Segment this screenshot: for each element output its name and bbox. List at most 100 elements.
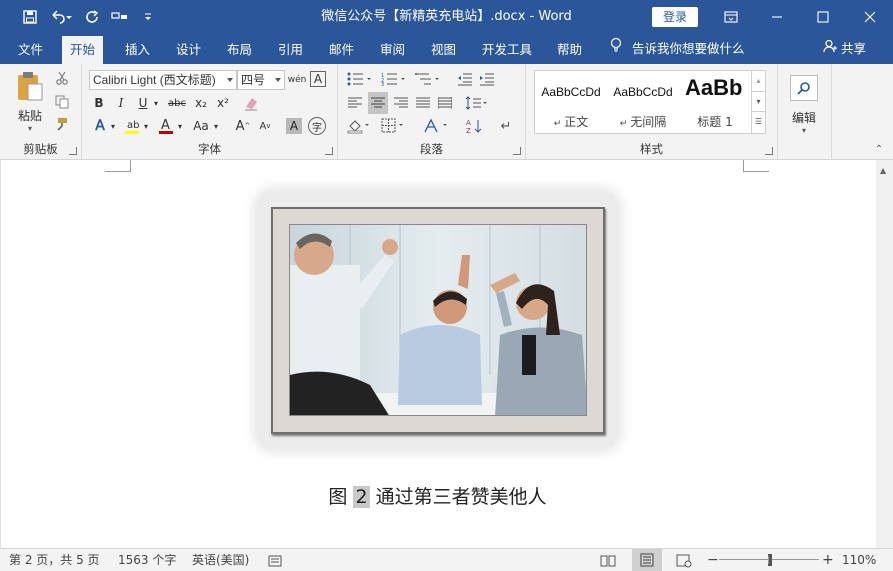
zoom-in-button[interactable]: + <box>822 549 834 571</box>
shrink-font-button[interactable]: Av <box>256 116 274 136</box>
increase-indent-icon[interactable] <box>478 70 496 88</box>
styles-launcher-icon[interactable] <box>765 147 773 155</box>
chevron-down-icon[interactable]: ▾ <box>176 116 184 136</box>
style-no-spacing[interactable]: AaBbCcDd ↵ 无间隔 <box>607 71 679 133</box>
character-shading-button[interactable]: A <box>286 118 302 134</box>
chevron-down-icon[interactable]: ▾ <box>212 116 220 136</box>
underline-button[interactable]: U <box>135 94 151 112</box>
office-high-five-photo[interactable] <box>289 224 587 416</box>
strikethrough-button[interactable]: abc <box>166 94 188 112</box>
style-normal-sample: AaBbCcDd <box>541 85 601 99</box>
tab-home[interactable]: 开始 <box>62 36 104 64</box>
tab-help[interactable]: 帮助 <box>549 36 590 64</box>
document-area[interactable]: 图 2 通过第三者赞美他人 ▲ <box>0 160 893 548</box>
tab-design[interactable]: 设计 <box>168 36 209 64</box>
login-button[interactable]: 登录 <box>652 7 698 27</box>
minimize-icon[interactable] <box>754 0 800 34</box>
caption-number-field[interactable]: 2 <box>353 486 370 508</box>
tell-me-box[interactable]: 告诉我你想要做什么 <box>610 34 745 64</box>
clear-formatting-icon[interactable] <box>242 94 260 112</box>
tab-layout[interactable]: 布局 <box>219 36 260 64</box>
line-spacing-icon[interactable] <box>464 94 490 112</box>
enclose-characters-icon[interactable]: 字 <box>308 117 326 135</box>
read-mode-icon[interactable] <box>600 553 616 567</box>
save-icon[interactable] <box>16 0 44 34</box>
copy-icon[interactable] <box>54 94 70 110</box>
chevron-down-icon[interactable]: ▾ <box>142 116 150 136</box>
italic-button[interactable]: I <box>113 94 129 112</box>
borders-icon[interactable] <box>380 116 408 136</box>
change-case-button[interactable]: Aa <box>190 116 212 136</box>
character-border-icon[interactable]: A <box>310 71 326 87</box>
maximize-icon[interactable] <box>800 0 846 34</box>
share-button[interactable]: 共享 <box>823 34 866 64</box>
format-painter-icon[interactable] <box>54 116 70 132</box>
font-color-icon[interactable]: A <box>156 116 176 136</box>
align-left-icon[interactable] <box>346 94 364 112</box>
tab-mailings[interactable]: 邮件 <box>321 36 362 64</box>
page-count[interactable]: 第 2 页，共 5 页 <box>9 549 100 571</box>
underline-dropdown-icon[interactable]: ▾ <box>152 94 160 112</box>
font-size-combo[interactable]: 四号 <box>237 70 285 90</box>
align-center-icon[interactable] <box>368 92 388 114</box>
font-group: Calibri Light (西文标题) 四号 wén A B I U ▾ ab… <box>82 64 338 160</box>
shading-icon[interactable] <box>346 116 374 136</box>
zoom-out-button[interactable]: − <box>707 549 719 571</box>
tab-review[interactable]: 审阅 <box>372 36 413 64</box>
distributed-icon[interactable] <box>436 94 454 112</box>
text-effects-button[interactable]: A <box>91 116 109 136</box>
clipboard-group: 粘贴 ▾ 剪贴板 <box>0 64 82 160</box>
clipboard-launcher-icon[interactable] <box>69 147 77 155</box>
justify-icon[interactable] <box>414 94 432 112</box>
font-launcher-icon[interactable] <box>325 147 333 155</box>
style-normal[interactable]: AaBbCcDd ↵ 正文 <box>535 71 607 133</box>
grow-font-button[interactable]: A ^ <box>234 116 252 136</box>
sort-icon[interactable]: AZ <box>464 116 484 136</box>
language-indicator[interactable]: 英语(美国) <box>192 549 249 571</box>
tab-insert[interactable]: 插入 <box>117 36 158 64</box>
figure-caption[interactable]: 图 2 通过第三者赞美他人 <box>1 482 874 509</box>
scroll-up-icon[interactable]: ▲ <box>880 166 886 175</box>
font-name-combo[interactable]: Calibri Light (西文标题) <box>89 70 237 90</box>
print-layout-icon[interactable] <box>632 549 662 571</box>
tab-view[interactable]: 视图 <box>423 36 464 64</box>
highlight-color-icon[interactable]: ab <box>122 116 142 136</box>
customize-qat-icon[interactable] <box>134 0 162 34</box>
tab-references[interactable]: 引用 <box>270 36 311 64</box>
multilevel-list-icon[interactable] <box>414 70 442 88</box>
chevron-up-icon[interactable]: ▴ <box>752 71 765 91</box>
close-icon[interactable] <box>847 0 893 34</box>
tab-developer[interactable]: 开发工具 <box>474 36 540 64</box>
collapse-ribbon-icon[interactable]: ⌃ <box>872 142 886 156</box>
more-styles-icon[interactable]: ☰ <box>752 111 765 131</box>
tab-file[interactable]: 文件 <box>10 36 51 64</box>
chevron-down-icon[interactable]: ▾ <box>109 116 117 136</box>
chinese-layout-icon[interactable] <box>422 116 452 136</box>
decrease-indent-icon[interactable] <box>456 70 474 88</box>
cut-icon[interactable] <box>54 70 70 86</box>
bold-button[interactable]: B <box>91 94 107 112</box>
numbering-icon[interactable]: 123 <box>380 70 408 88</box>
vertical-scrollbar[interactable]: ▲ <box>876 160 893 548</box>
word-count[interactable]: 1563 个字 <box>118 549 176 571</box>
touch-mode-icon[interactable] <box>106 0 134 34</box>
style-heading-1[interactable]: AaBb 标题 1 <box>679 71 751 133</box>
bullets-icon[interactable] <box>346 70 374 88</box>
subscript-button[interactable]: x₂ <box>192 94 210 112</box>
macro-record-icon[interactable] <box>268 553 282 567</box>
undo-icon[interactable] <box>44 0 78 34</box>
redo-icon[interactable] <box>78 0 106 34</box>
chevron-down-icon[interactable]: ▾ <box>752 91 765 111</box>
style-no-spacing-sample: AaBbCcDd <box>613 85 673 99</box>
editing-button[interactable]: 编辑 ▾ <box>788 70 820 140</box>
show-marks-icon[interactable]: ↵ <box>496 116 516 136</box>
paste-button[interactable]: 粘贴 ▾ <box>10 70 50 133</box>
share-label: 共享 <box>841 41 867 56</box>
align-right-icon[interactable] <box>392 94 410 112</box>
phonetic-guide-icon[interactable]: wén <box>288 70 307 90</box>
ribbon-display-options-icon[interactable] <box>708 0 754 34</box>
web-layout-icon[interactable] <box>676 553 692 568</box>
superscript-button[interactable]: x² <box>214 94 232 112</box>
zoom-level[interactable]: 110% <box>842 549 876 571</box>
paragraph-launcher-icon[interactable] <box>513 147 521 155</box>
